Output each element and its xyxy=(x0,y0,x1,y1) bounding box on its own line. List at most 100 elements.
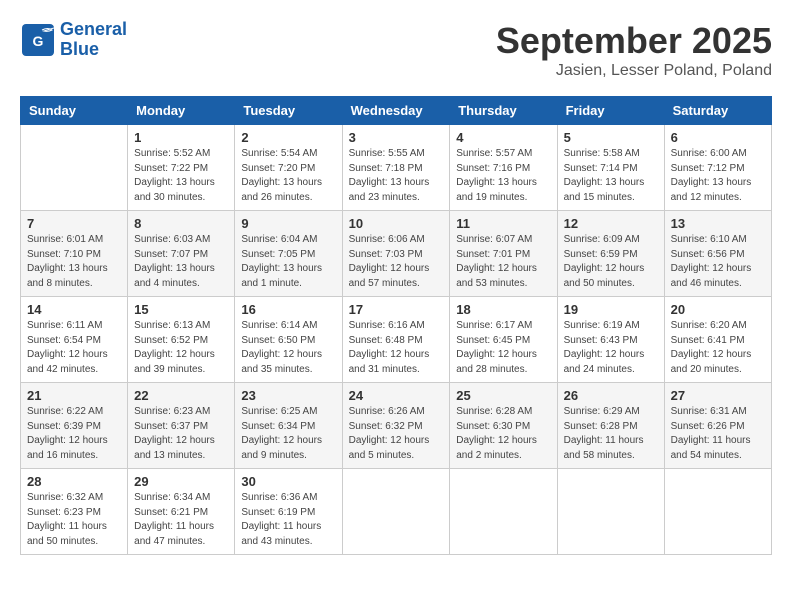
calendar-cell: 18 Sunrise: 6:17 AMSunset: 6:45 PMDayligh… xyxy=(450,297,557,383)
day-info: Sunrise: 6:22 AMSunset: 6:39 PMDaylight:… xyxy=(27,405,121,463)
calendar-cell: 28 Sunrise: 6:32 AMSunset: 6:23 PMDayligh… xyxy=(21,469,128,555)
calendar-cell: 29 Sunrise: 6:34 AMSunset: 6:21 PMDayligh… xyxy=(128,469,235,555)
day-info: Sunrise: 6:34 AMSunset: 6:21 PMDaylight:… xyxy=(134,491,228,549)
day-number: 4 xyxy=(456,130,550,145)
day-number: 11 xyxy=(456,216,550,231)
weekday-header-sunday: Sunday xyxy=(21,97,128,125)
calendar-cell xyxy=(450,469,557,555)
calendar-cell: 15Sunrise: 6:13 AMSunset: 6:52 PMDayligh… xyxy=(128,297,235,383)
calendar-cell: 24 Sunrise: 6:26 AMSunset: 6:32 PMDayligh… xyxy=(342,383,450,469)
day-info: Sunrise: 5:58 AMSunset: 7:14 PMDaylight:… xyxy=(564,147,658,205)
day-number: 12 xyxy=(564,216,658,231)
calendar-cell: 21Sunrise: 6:22 AMSunset: 6:39 PMDayligh… xyxy=(21,383,128,469)
calendar-cell xyxy=(21,125,128,211)
day-number: 19 xyxy=(564,302,658,317)
logo: G General Blue xyxy=(20,20,127,60)
day-number: 23 xyxy=(241,388,335,403)
calendar-cell: 3 Sunrise: 5:55 AMSunset: 7:18 PMDaylight… xyxy=(342,125,450,211)
weekday-header-tuesday: Tuesday xyxy=(235,97,342,125)
calendar-cell: 23 Sunrise: 6:25 AMSunset: 6:34 PMDayligh… xyxy=(235,383,342,469)
day-number: 9 xyxy=(241,216,335,231)
calendar-cell: 17Sunrise: 6:16 AMSunset: 6:48 PMDayligh… xyxy=(342,297,450,383)
day-number: 14 xyxy=(27,302,121,317)
day-info: Sunrise: 6:31 AMSunset: 6:26 PMDaylight:… xyxy=(671,405,765,463)
calendar-cell: 26 Sunrise: 6:29 AMSunset: 6:28 PMDayligh… xyxy=(557,383,664,469)
calendar-cell: 4 Sunrise: 5:57 AMSunset: 7:16 PMDaylight… xyxy=(450,125,557,211)
calendar-cell: 8 Sunrise: 6:03 AMSunset: 7:07 PMDaylight… xyxy=(128,211,235,297)
logo-general: General xyxy=(60,20,127,40)
calendar-cell: 14 Sunrise: 6:11 AMSunset: 6:54 PMDayligh… xyxy=(21,297,128,383)
calendar-cell: 1Sunrise: 5:52 AMSunset: 7:22 PMDaylight… xyxy=(128,125,235,211)
day-number: 7 xyxy=(27,216,121,231)
calendar-week-row: 1Sunrise: 5:52 AMSunset: 7:22 PMDaylight… xyxy=(21,125,772,211)
calendar-cell: 25 Sunrise: 6:28 AMSunset: 6:30 PMDayligh… xyxy=(450,383,557,469)
day-info: Sunrise: 6:20 AMSunset: 6:41 PMDaylight:… xyxy=(671,319,765,377)
day-info: Sunrise: 5:57 AMSunset: 7:16 PMDaylight:… xyxy=(456,147,550,205)
svg-text:G: G xyxy=(33,33,44,49)
calendar-cell: 27Sunrise: 6:31 AMSunset: 6:26 PMDayligh… xyxy=(664,383,771,469)
calendar-cell: 13 Sunrise: 6:10 AMSunset: 6:56 PMDayligh… xyxy=(664,211,771,297)
day-info: Sunrise: 6:28 AMSunset: 6:30 PMDaylight:… xyxy=(456,405,550,463)
day-number: 26 xyxy=(564,388,658,403)
day-number: 6 xyxy=(671,130,765,145)
calendar-cell: 6 Sunrise: 6:00 AMSunset: 7:12 PMDaylight… xyxy=(664,125,771,211)
calendar-table: SundayMondayTuesdayWednesdayThursdayFrid… xyxy=(20,96,772,555)
day-info: Sunrise: 5:54 AMSunset: 7:20 PMDaylight:… xyxy=(241,147,335,205)
day-info: Sunrise: 6:36 AMSunset: 6:19 PMDaylight:… xyxy=(241,491,335,549)
day-info: Sunrise: 6:01 AMSunset: 7:10 PMDaylight:… xyxy=(27,233,121,291)
calendar-cell: 2Sunrise: 5:54 AMSunset: 7:20 PMDaylight… xyxy=(235,125,342,211)
day-info: Sunrise: 6:25 AMSunset: 6:34 PMDaylight:… xyxy=(241,405,335,463)
day-number: 29 xyxy=(134,474,228,489)
calendar-cell: 9 Sunrise: 6:04 AMSunset: 7:05 PMDaylight… xyxy=(235,211,342,297)
calendar-cell: 22Sunrise: 6:23 AMSunset: 6:37 PMDayligh… xyxy=(128,383,235,469)
weekday-header-wednesday: Wednesday xyxy=(342,97,450,125)
calendar-cell: 19 Sunrise: 6:19 AMSunset: 6:43 PMDayligh… xyxy=(557,297,664,383)
calendar-cell xyxy=(342,469,450,555)
subtitle: Jasien, Lesser Poland, Poland xyxy=(496,62,772,80)
calendar-cell: 20 Sunrise: 6:20 AMSunset: 6:41 PMDayligh… xyxy=(664,297,771,383)
day-info: Sunrise: 6:19 AMSunset: 6:43 PMDaylight:… xyxy=(564,319,658,377)
day-info: Sunrise: 6:10 AMSunset: 6:56 PMDaylight:… xyxy=(671,233,765,291)
title-block: September 2025 Jasien, Lesser Poland, Po… xyxy=(496,20,772,80)
weekday-header-monday: Monday xyxy=(128,97,235,125)
calendar-week-row: 21Sunrise: 6:22 AMSunset: 6:39 PMDayligh… xyxy=(21,383,772,469)
day-info: Sunrise: 6:06 AMSunset: 7:03 PMDaylight:… xyxy=(349,233,444,291)
day-number: 16 xyxy=(241,302,335,317)
day-number: 15 xyxy=(134,302,228,317)
day-number: 20 xyxy=(671,302,765,317)
day-info: Sunrise: 6:09 AMSunset: 6:59 PMDaylight:… xyxy=(564,233,658,291)
day-number: 13 xyxy=(671,216,765,231)
day-number: 28 xyxy=(27,474,121,489)
day-info: Sunrise: 6:26 AMSunset: 6:32 PMDaylight:… xyxy=(349,405,444,463)
day-number: 10 xyxy=(349,216,444,231)
weekday-header-saturday: Saturday xyxy=(664,97,771,125)
day-info: Sunrise: 6:03 AMSunset: 7:07 PMDaylight:… xyxy=(134,233,228,291)
day-number: 3 xyxy=(349,130,444,145)
day-info: Sunrise: 6:11 AMSunset: 6:54 PMDaylight:… xyxy=(27,319,121,377)
calendar-cell xyxy=(664,469,771,555)
main-title: September 2025 xyxy=(496,20,772,62)
calendar-week-row: 7 Sunrise: 6:01 AMSunset: 7:10 PMDaylight… xyxy=(21,211,772,297)
calendar-cell: 12 Sunrise: 6:09 AMSunset: 6:59 PMDayligh… xyxy=(557,211,664,297)
day-info: Sunrise: 5:55 AMSunset: 7:18 PMDaylight:… xyxy=(349,147,444,205)
day-number: 30 xyxy=(241,474,335,489)
day-info: Sunrise: 6:00 AMSunset: 7:12 PMDaylight:… xyxy=(671,147,765,205)
day-number: 17 xyxy=(349,302,444,317)
day-info: Sunrise: 6:32 AMSunset: 6:23 PMDaylight:… xyxy=(27,491,121,549)
day-info: Sunrise: 6:04 AMSunset: 7:05 PMDaylight:… xyxy=(241,233,335,291)
day-number: 24 xyxy=(349,388,444,403)
logo-blue: Blue xyxy=(60,40,127,60)
page-header: G General Blue September 2025 Jasien, Le… xyxy=(20,20,772,80)
day-number: 22 xyxy=(134,388,228,403)
day-number: 8 xyxy=(134,216,228,231)
calendar-cell: 5Sunrise: 5:58 AMSunset: 7:14 PMDaylight… xyxy=(557,125,664,211)
weekday-header-friday: Friday xyxy=(557,97,664,125)
calendar-cell: 16Sunrise: 6:14 AMSunset: 6:50 PMDayligh… xyxy=(235,297,342,383)
day-number: 18 xyxy=(456,302,550,317)
calendar-week-row: 14 Sunrise: 6:11 AMSunset: 6:54 PMDayligh… xyxy=(21,297,772,383)
day-info: Sunrise: 6:17 AMSunset: 6:45 PMDaylight:… xyxy=(456,319,550,377)
calendar-cell: 11Sunrise: 6:07 AMSunset: 7:01 PMDayligh… xyxy=(450,211,557,297)
day-number: 25 xyxy=(456,388,550,403)
day-info: Sunrise: 6:29 AMSunset: 6:28 PMDaylight:… xyxy=(564,405,658,463)
weekday-header-thursday: Thursday xyxy=(450,97,557,125)
